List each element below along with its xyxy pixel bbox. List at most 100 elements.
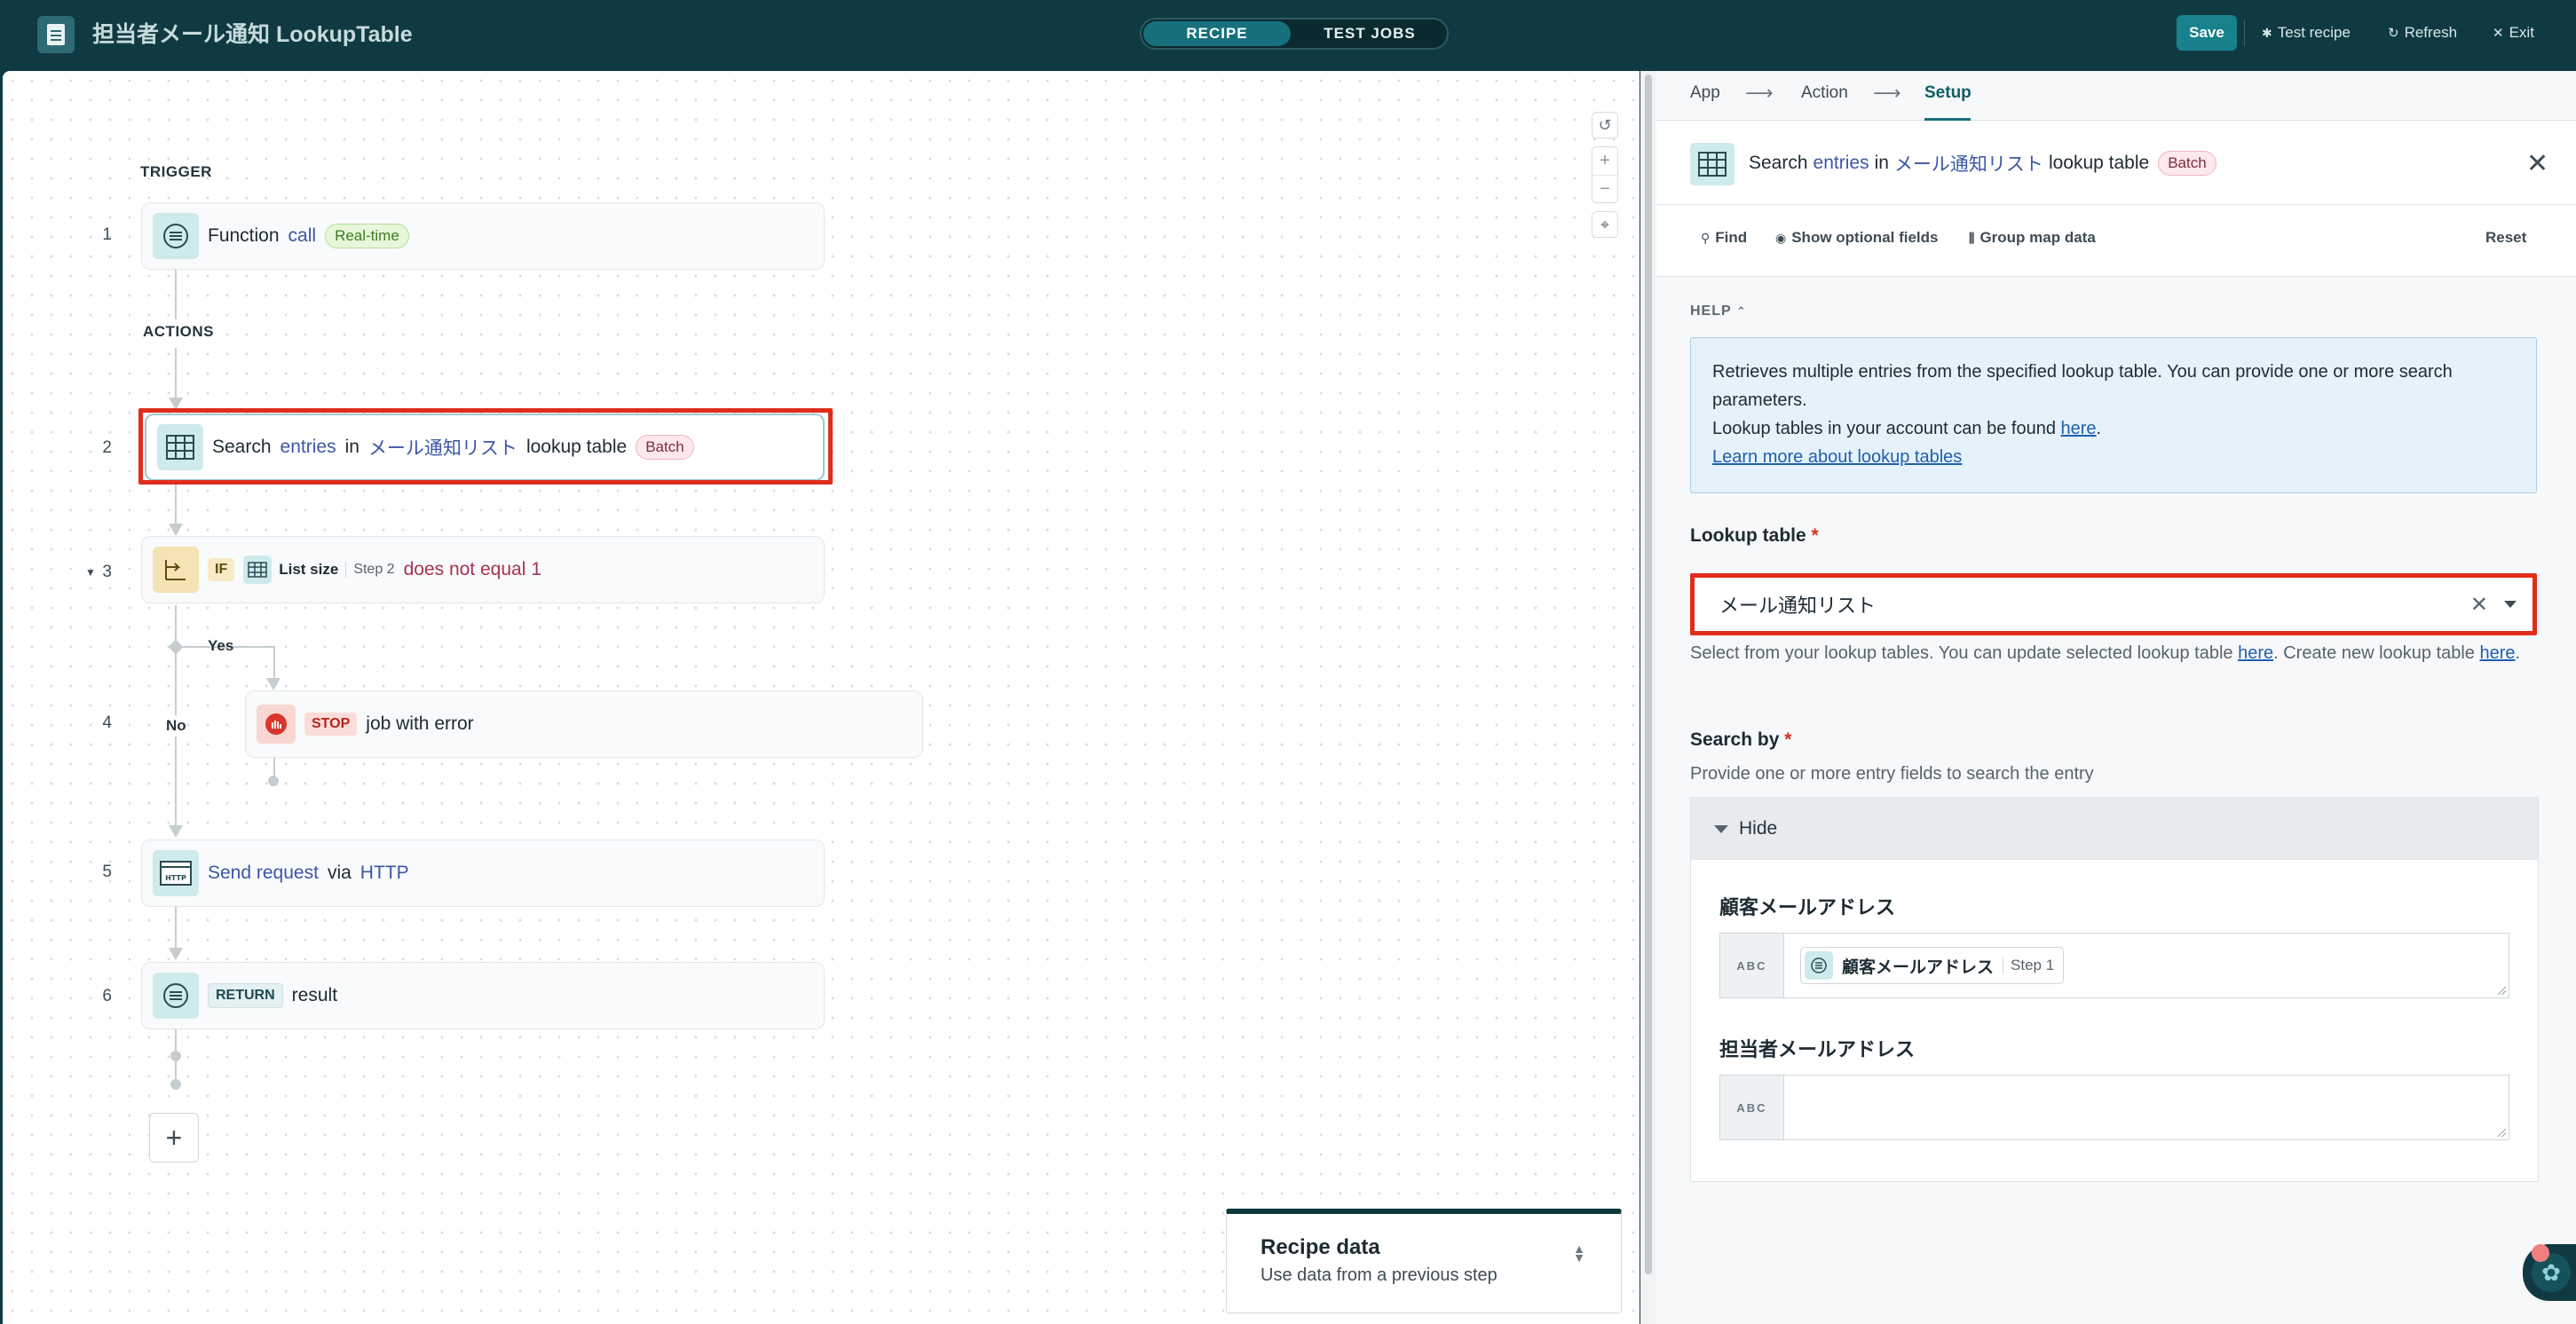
reset-view-icon[interactable]: ↺ — [1592, 112, 1618, 138]
lookup-table-select[interactable]: メール通知リスト ✕ — [1694, 577, 2533, 632]
datapill-step: Step 1 — [2003, 957, 2054, 974]
step-2-search-entries[interactable]: Search entries in メール通知リスト lookup table … — [145, 414, 825, 481]
expand-icon[interactable]: ▲ ▼ — [1573, 1242, 1585, 1264]
step-header-title: Search entries in メール通知リスト lookup table … — [1749, 150, 2216, 177]
clear-icon[interactable]: ✕ — [2470, 592, 2488, 618]
field-label-customer-email: 顧客メールアドレス — [1719, 896, 1896, 918]
branch-yes-label: Yes — [208, 637, 234, 654]
table-icon — [243, 556, 273, 584]
find-button[interactable]: ⚲ Find — [1701, 229, 1747, 247]
recipe-icon — [37, 16, 75, 53]
crumb-app[interactable]: App — [1690, 83, 1720, 103]
step-1-function-call[interactable]: Function call Real-time — [141, 202, 825, 270]
canvas-scrollbar-thumb[interactable] — [1645, 75, 1652, 1274]
step-4-stop-job[interactable]: STOP job with error — [245, 690, 923, 758]
tab-recipe[interactable]: RECIPE — [1143, 21, 1291, 46]
arrow — [169, 948, 183, 960]
http-icon: HTTP — [153, 850, 199, 896]
label-text: Lookup table — [1690, 525, 1806, 546]
function-icon — [153, 213, 199, 259]
exit-label: Exit — [2509, 24, 2534, 41]
chevron-down-icon[interactable] — [2504, 601, 2517, 608]
stop-tag: STOP — [304, 713, 358, 736]
create-lookup-link[interactable]: here — [2480, 643, 2516, 663]
refresh-icon: ↻ — [2388, 26, 2399, 41]
search-by-hint: Provide one or more entry fields to sear… — [1690, 764, 2094, 784]
batch-badge: Batch — [2158, 151, 2216, 176]
step-number: 2 — [102, 438, 112, 457]
condition-operator: does not equal — [403, 559, 526, 579]
step-header: Search entries in メール通知リスト lookup table … — [1656, 122, 2576, 205]
crumb-setup[interactable]: Setup — [1924, 83, 1972, 103]
header-keyword: entries — [1813, 153, 1869, 173]
zoom-in-icon[interactable]: + — [1592, 147, 1617, 175]
svg-text:HTTP: HTTP — [165, 874, 186, 882]
datapill-customer-email[interactable]: 顧客メールアドレス Step 1 — [1800, 947, 2065, 984]
add-step-button[interactable]: + — [149, 1113, 199, 1162]
show-optional-fields-button[interactable]: ◉ Show optional fields — [1775, 229, 1939, 247]
end-dot — [170, 1079, 181, 1090]
group-map-data-button[interactable]: ⫼ Group map data — [1969, 229, 2096, 247]
trigger-label: TRIGGER — [140, 163, 212, 180]
staff-email-input[interactable]: ABC — [1719, 1075, 2509, 1140]
function-icon — [153, 973, 199, 1019]
end-dot — [170, 1051, 181, 1061]
step-5-http-request[interactable]: HTTP Send request via HTTP — [141, 839, 825, 907]
refresh-label: Refresh — [2404, 24, 2458, 41]
tab-test-jobs[interactable]: TEST JOBS — [1292, 21, 1447, 46]
label-text: Search by — [1690, 729, 1780, 750]
update-lookup-link[interactable]: here — [2238, 643, 2273, 663]
refresh-button[interactable]: ↻ Refresh — [2388, 20, 2457, 46]
active-crumb-indicator — [1924, 118, 1971, 121]
step-text: job with error — [366, 713, 474, 734]
learn-more-link[interactable]: Learn more about lookup tables — [1712, 447, 1962, 467]
optional-label: Show optional fields — [1791, 229, 1939, 246]
end-dot — [268, 776, 279, 786]
step-6-return-result[interactable]: RETURN result — [141, 962, 825, 1029]
step-config-panel: App ⟶ Action ⟶ Setup Search entries in メ… — [1656, 71, 2576, 1324]
recipe-data-panel[interactable]: Recipe data Use data from a previous ste… — [1226, 1209, 1622, 1313]
step-keyword: HTTP — [360, 863, 409, 883]
datapill-list-size[interactable]: List size Step 2 — [243, 556, 395, 584]
arrow — [266, 678, 281, 690]
select-value: メール通知リスト — [1719, 595, 1877, 617]
arrow — [169, 825, 183, 838]
customer-email-input[interactable]: ABC 顧客メールアドレス Step 1 — [1719, 933, 2509, 998]
connector — [175, 348, 177, 403]
close-icon[interactable]: ✕ — [2526, 148, 2548, 179]
if-tag: IF — [208, 558, 235, 581]
fit-view-icon[interactable]: ⌖ — [1592, 211, 1618, 238]
zoom-controls: + − — [1592, 146, 1618, 203]
datapill-label: 顧客メールアドレス — [1842, 958, 1995, 977]
header-keyword: メール通知リスト — [1893, 154, 2043, 175]
branch-no-label: No — [166, 715, 186, 737]
connector — [175, 483, 177, 529]
step-number: 4 — [102, 713, 112, 732]
help-toggle[interactable]: HELP ⌃ — [1690, 303, 1747, 319]
search-by-group: Hide 顧客メールアドレス ABC 顧客メールアドレス Step 1 担当者メ… — [1690, 797, 2539, 1182]
actions-label: ACTIONS — [143, 323, 214, 340]
find-label: Find — [1715, 229, 1748, 246]
recipe-data-title: Recipe data — [1260, 1235, 1380, 1259]
step-keyword: entries — [280, 437, 336, 457]
step-keyword: Send request — [208, 863, 319, 883]
hide-toggle[interactable]: Hide — [1691, 798, 2538, 860]
exit-button[interactable]: ✕ Exit — [2493, 20, 2534, 46]
save-button[interactable]: Save — [2177, 15, 2237, 51]
step-text: in — [344, 437, 360, 457]
lookup-tables-link[interactable]: here — [2061, 419, 2097, 438]
test-recipe-button[interactable]: ✱ Test recipe — [2262, 20, 2351, 46]
gear-icon: ✱ — [2262, 25, 2272, 40]
help-assistant-button[interactable]: ✿ — [2523, 1244, 2576, 1301]
crumb-action[interactable]: Action — [1801, 83, 1848, 103]
zoom-out-icon[interactable]: − — [1592, 175, 1617, 202]
lookup-table-hint: Select from your lookup tables. You can … — [1690, 643, 2521, 663]
panel-toolbar: ⚲ Find ◉ Show optional fields ⫼ Group ma… — [1656, 206, 2576, 277]
notification-badge — [2532, 1244, 2549, 1262]
step-3-if-condition[interactable]: IF List size Step 2 does not equal 1 — [141, 536, 825, 603]
connector — [245, 646, 275, 648]
batch-badge: Batch — [636, 435, 694, 460]
step-keyword: call — [288, 225, 317, 246]
reset-button[interactable]: Reset — [2485, 229, 2526, 247]
hide-label: Hide — [1739, 818, 1778, 839]
